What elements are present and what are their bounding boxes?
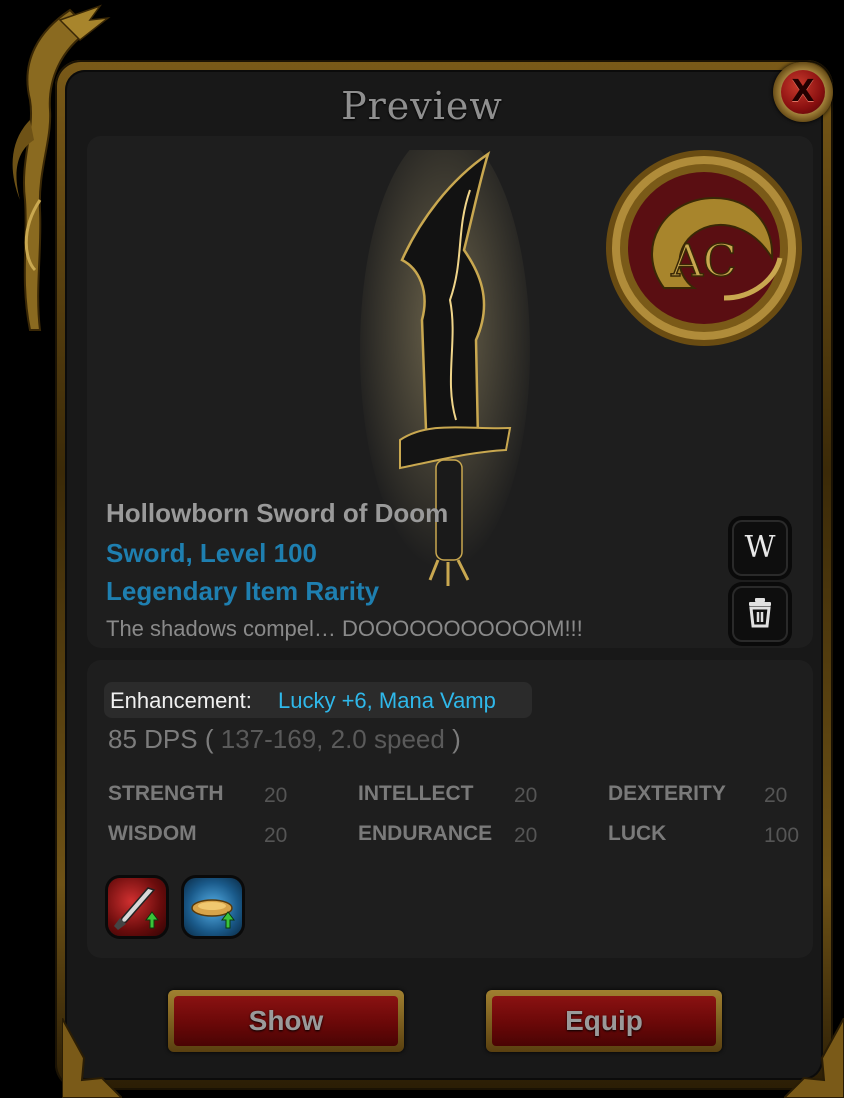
corner-ornament-icon bbox=[784, 1018, 844, 1098]
wiki-icon: W bbox=[744, 530, 776, 565]
enhancement-label: Enhancement: bbox=[110, 688, 252, 713]
enhancement-value: Lucky +6, Mana Vamp bbox=[278, 688, 496, 713]
show-button-label: Show bbox=[174, 996, 398, 1046]
stat-name: STRENGTH bbox=[108, 782, 224, 805]
dps-close-paren: ) bbox=[452, 724, 461, 754]
item-description: The shadows compel… DOOOOOOOOOOOM!!! bbox=[106, 616, 583, 641]
dps-range: 137-169, 2.0 speed bbox=[220, 724, 445, 754]
stat-value: 20 bbox=[514, 824, 538, 847]
close-button[interactable]: X bbox=[773, 62, 833, 122]
show-button[interactable]: Show bbox=[168, 990, 404, 1052]
trash-icon bbox=[749, 598, 771, 628]
weapon-buff-icon[interactable] bbox=[108, 878, 166, 936]
armor-buff-icon[interactable] bbox=[184, 878, 242, 936]
wiki-button[interactable]: W bbox=[732, 520, 788, 576]
item-rarity: Legendary Item Rarity bbox=[106, 576, 380, 606]
dps-line: 85 DPS ( 137-169, 2.0 speed ) bbox=[108, 724, 461, 755]
dps-value: 85 DPS bbox=[108, 724, 198, 754]
stat-name: INTELLECT bbox=[358, 782, 474, 805]
ac-badge-icon: AC bbox=[606, 150, 802, 346]
stat-name: DEXTERITY bbox=[608, 782, 726, 805]
stat-name: WISDOM bbox=[108, 822, 197, 845]
item-name: Hollowborn Sword of Doom bbox=[106, 498, 449, 528]
stat-value: 20 bbox=[264, 784, 288, 807]
dps-open-paren: ( bbox=[204, 724, 214, 754]
stat-value: 20 bbox=[764, 784, 788, 807]
item-type-level: Sword, Level 100 bbox=[106, 538, 317, 568]
delete-button[interactable] bbox=[732, 586, 788, 642]
stat-name: LUCK bbox=[608, 822, 667, 845]
equip-button-label: Equip bbox=[492, 996, 716, 1046]
ac-badge-text: AC bbox=[670, 236, 736, 287]
close-icon: X bbox=[781, 70, 825, 114]
stat-value: 100 bbox=[764, 824, 800, 847]
corner-ornament-icon bbox=[62, 1018, 122, 1098]
equip-button[interactable]: Equip bbox=[486, 990, 722, 1052]
stat-value: 20 bbox=[264, 824, 288, 847]
window-title: Preview bbox=[341, 84, 503, 128]
stat-value: 20 bbox=[514, 784, 538, 807]
stat-name: ENDURANCE bbox=[358, 822, 493, 845]
